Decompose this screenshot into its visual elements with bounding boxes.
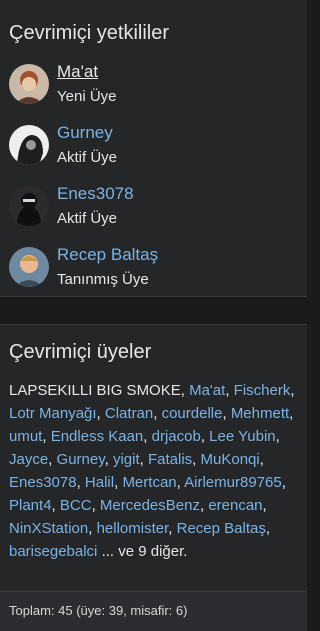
- list-separator: ,: [91, 497, 100, 514]
- online-member-link[interactable]: Recep Baltaş: [177, 520, 266, 537]
- list-separator: ,: [290, 382, 295, 399]
- online-member-link[interactable]: yigit: [113, 451, 140, 468]
- list-separator: ,: [88, 520, 97, 537]
- avatar[interactable]: [9, 64, 49, 104]
- staff-row[interactable]: Enes3078 Aktif Üye: [0, 184, 307, 242]
- list-separator: ,: [176, 474, 185, 491]
- online-member-link[interactable]: Fatalis: [148, 451, 192, 468]
- online-member-link[interactable]: hellomister: [97, 520, 169, 537]
- online-member-link[interactable]: erencan: [208, 497, 262, 514]
- staff-name-link[interactable]: Gurney: [57, 123, 113, 143]
- avatar[interactable]: [9, 186, 49, 226]
- staff-row[interactable]: Gurney Aktif Üye: [0, 123, 307, 181]
- staff-name-link[interactable]: Recep Baltaş: [57, 245, 158, 265]
- online-member-link[interactable]: Jayce: [9, 451, 48, 468]
- online-members-panel: Çevrimiçi üyeler LAPSEKILLI BIG SMOKE, M…: [0, 324, 307, 631]
- list-separator: ,: [225, 382, 234, 399]
- staff-name-link[interactable]: Enes3078: [57, 184, 134, 204]
- list-separator: ,: [180, 382, 190, 399]
- avatar[interactable]: [9, 125, 49, 165]
- online-panel-title: Çevrimiçi üyeler: [9, 341, 152, 363]
- online-member-link[interactable]: umut: [9, 428, 42, 445]
- online-member-link[interactable]: MuKonqi: [201, 451, 260, 468]
- list-separator: ,: [96, 405, 105, 422]
- online-member-link[interactable]: Endless Kaan: [51, 428, 144, 445]
- staff-role: Yeni Üye: [57, 88, 117, 105]
- online-member-link[interactable]: BCC: [60, 497, 92, 514]
- online-member-link[interactable]: Enes3078: [9, 474, 77, 491]
- online-member-link[interactable]: Gurney: [57, 451, 105, 468]
- online-member-link[interactable]: Mehmett: [231, 405, 289, 422]
- staff-role: Aktif Üye: [57, 210, 118, 227]
- staff-name-link[interactable]: Ma'at: [57, 62, 98, 82]
- more-members-text: ... ve 9 diğer.: [101, 543, 188, 560]
- online-member-link[interactable]: Lotr Manyağı: [9, 405, 97, 422]
- online-member-link[interactable]: drjacob: [152, 428, 201, 445]
- list-separator: ,: [139, 451, 148, 468]
- list-separator: ,: [265, 520, 270, 537]
- list-separator: ,: [259, 451, 264, 468]
- list-separator: ,: [42, 428, 51, 445]
- online-member-link[interactable]: Halil: [85, 474, 114, 491]
- list-separator: ,: [192, 451, 201, 468]
- list-separator: ,: [289, 405, 294, 422]
- list-separator: ,: [51, 497, 60, 514]
- staff-panel-title: Çevrimiçi yetkililer: [9, 22, 170, 44]
- online-totals-footer: Toplam: 45 (üye: 39, misafir: 6): [0, 591, 307, 631]
- list-separator: ,: [281, 474, 286, 491]
- avatar[interactable]: [9, 247, 49, 287]
- list-separator: ,: [76, 474, 85, 491]
- list-separator: ,: [262, 497, 267, 514]
- online-totals-text: Toplam: 45 (üye: 39, misafir: 6): [9, 603, 188, 618]
- online-member-link[interactable]: Clatran: [105, 405, 153, 422]
- online-member-list: LAPSEKILLI BIG SMOKE, Ma'at, Fischerk, L…: [9, 379, 299, 563]
- list-separator: ,: [200, 428, 210, 445]
- online-member-link[interactable]: MercedesBenz: [100, 497, 200, 514]
- online-staff-panel: Çevrimiçi yetkililer Ma'at Yeni Üye Gurn…: [0, 0, 307, 297]
- online-member-link[interactable]: Airlemur89765: [184, 474, 282, 491]
- list-separator: ,: [104, 451, 113, 468]
- list-separator: ,: [222, 405, 231, 422]
- online-member-link[interactable]: Plant4: [9, 497, 52, 514]
- staff-role: Aktif Üye: [57, 149, 118, 166]
- online-member-link[interactable]: Fischerk: [234, 382, 291, 399]
- list-separator: ,: [168, 520, 177, 537]
- list-separator: ,: [143, 428, 152, 445]
- staff-role: Tanınmış Üye: [57, 271, 149, 288]
- list-separator: ,: [275, 428, 280, 445]
- staff-row[interactable]: Recep Baltaş Tanınmış Üye: [0, 245, 307, 303]
- list-separator: ,: [48, 451, 57, 468]
- online-member-link[interactable]: Mertcan: [122, 474, 176, 491]
- online-member-link[interactable]: LAPSEKILLI BIG SMOKE: [9, 382, 181, 399]
- online-member-link[interactable]: Lee Yubin: [209, 428, 275, 445]
- online-member-link[interactable]: courdelle: [162, 405, 223, 422]
- online-member-link[interactable]: Ma'at: [189, 382, 225, 399]
- staff-row[interactable]: Ma'at Yeni Üye: [0, 62, 307, 120]
- online-member-link[interactable]: NinXStation: [9, 520, 88, 537]
- online-member-link[interactable]: barisegebalci: [9, 543, 97, 560]
- list-separator: ,: [153, 405, 162, 422]
